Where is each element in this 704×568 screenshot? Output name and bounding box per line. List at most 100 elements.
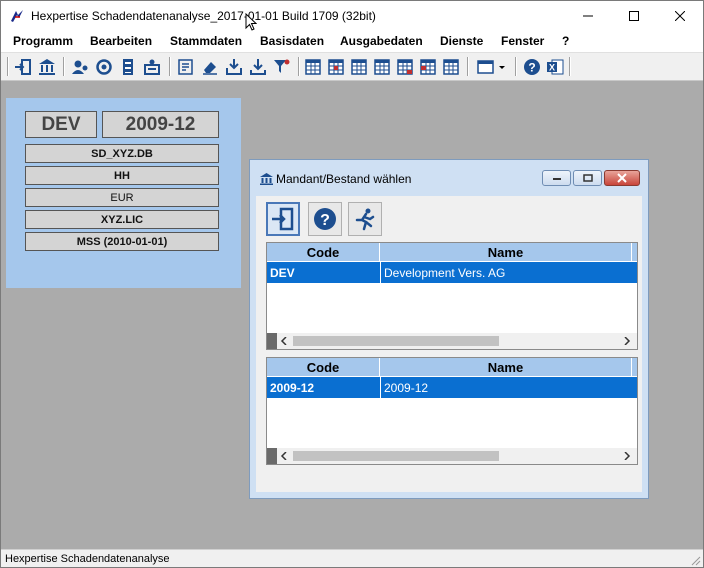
region-label: HH	[25, 166, 219, 185]
maximize-icon	[629, 11, 639, 21]
cell-code: 2009-12	[270, 380, 315, 395]
bank-icon	[39, 59, 55, 75]
dialog-close-button[interactable]	[604, 170, 640, 186]
mss-label: MSS (2010-01-01)	[25, 232, 219, 251]
table-icon	[443, 59, 459, 75]
table-row[interactable]: DEV Development Vers. AG	[267, 262, 637, 283]
window-title: Hexpertise Schadendatenanalyse_2017-01-0…	[31, 9, 376, 23]
inbox-person-icon	[144, 59, 160, 75]
scroll-right-icon[interactable]	[623, 337, 631, 345]
toolbar-bank-button[interactable]	[36, 56, 58, 78]
toolbar-separator	[467, 57, 469, 76]
toolbar-cabinet-button[interactable]	[117, 56, 139, 78]
close-button[interactable]	[657, 1, 703, 31]
help-icon: ?	[524, 59, 540, 75]
toolbar-refresh-button[interactable]	[93, 56, 115, 78]
database-label: SD_XYZ.DB	[25, 144, 219, 163]
app-logo-icon	[11, 10, 23, 22]
help-icon: ?	[314, 208, 336, 230]
scroll-left-icon[interactable]	[280, 337, 288, 345]
refresh-circle-icon	[96, 59, 112, 75]
toolbar-edit-button[interactable]	[175, 56, 197, 78]
toolbar-inbox-button[interactable]	[141, 56, 163, 78]
minimize-button[interactable]	[565, 1, 611, 31]
bestand-grid: Code Name 2009-12 2009-12	[266, 357, 638, 465]
grid-header: Code Name	[267, 243, 637, 261]
close-icon	[675, 11, 685, 21]
toolbar-help-button[interactable]: ?	[521, 56, 543, 78]
menu-help[interactable]: ?	[562, 34, 569, 48]
scroll-left-icon[interactable]	[280, 452, 288, 460]
toolbar-import-button[interactable]	[223, 56, 245, 78]
users-icon	[72, 60, 88, 74]
column-header-name[interactable]: Name	[380, 358, 632, 376]
maximize-button[interactable]	[611, 1, 657, 31]
cell-name: 2009-12	[380, 377, 632, 398]
toolbar-separator	[298, 57, 300, 76]
toolbar-table4-button[interactable]	[371, 56, 393, 78]
toolbar-exit-button[interactable]	[12, 56, 34, 78]
excel-export-icon: X	[547, 59, 564, 75]
table-icon	[374, 59, 390, 75]
close-icon	[617, 173, 627, 183]
main-window: Hexpertise Schadendatenanalyse_2017-01-0…	[0, 0, 704, 568]
column-header-name[interactable]: Name	[380, 243, 632, 261]
dialog-body: ? Code Name DEV Development Vers. AG Cod…	[256, 196, 642, 492]
menu-basisdaten[interactable]: Basisdaten	[260, 34, 324, 48]
dialog-minimize-button[interactable]	[542, 170, 571, 186]
session-info-panel: DEV 2009-12 SD_XYZ.DB HH EUR XYZ.LIC MSS…	[6, 98, 241, 288]
svg-text:X: X	[549, 63, 555, 73]
grid-header: Code Name	[267, 358, 637, 376]
toolbar-separator	[63, 57, 65, 76]
svg-text:?: ?	[320, 212, 330, 229]
mdi-workspace: DEV 2009-12 SD_XYZ.DB HH EUR XYZ.LIC MSS…	[1, 81, 703, 549]
toolbar-table5-button[interactable]	[394, 56, 416, 78]
status-text: Hexpertise Schadendatenanalyse	[5, 553, 170, 565]
column-header-code[interactable]: Code	[267, 358, 380, 376]
minimize-icon	[583, 15, 593, 17]
menu-stammdaten[interactable]: Stammdaten	[170, 34, 242, 48]
dialog-help-button[interactable]: ?	[308, 202, 342, 236]
menu-fenster[interactable]: Fenster	[501, 34, 544, 48]
license-label: XYZ.LIC	[25, 210, 219, 229]
horizontal-scrollbar[interactable]	[267, 333, 637, 349]
horizontal-scrollbar[interactable]	[267, 448, 637, 464]
edit-form-icon	[178, 59, 193, 75]
column-header-code[interactable]: Code	[267, 243, 380, 261]
table-icon	[305, 59, 321, 75]
currency-label: EUR	[25, 188, 219, 207]
toolbar-eraser-button[interactable]	[199, 56, 221, 78]
dialog-maximize-button[interactable]	[573, 170, 602, 186]
table-row[interactable]: 2009-12 2009-12	[267, 377, 637, 398]
scroll-right-icon[interactable]	[623, 452, 631, 460]
toolbar-table7-button[interactable]	[440, 56, 462, 78]
dialog-exit-button[interactable]	[348, 202, 382, 236]
table-icon	[420, 59, 436, 75]
dialog-enter-button[interactable]	[266, 202, 300, 236]
toolbar-window-dropdown[interactable]	[473, 56, 509, 78]
toolbar-table2-button[interactable]	[325, 56, 347, 78]
menu-ausgabedaten[interactable]: Ausgabedaten	[340, 34, 423, 48]
toolbar-table1-button[interactable]	[302, 56, 324, 78]
menu-bar: Programm Bearbeiten Stammdaten Basisdate…	[1, 31, 703, 51]
toolbar-users-button[interactable]	[69, 56, 91, 78]
toolbar-table6-button[interactable]	[417, 56, 439, 78]
toolbar-excel-button[interactable]: X	[544, 56, 566, 78]
menu-dienste[interactable]: Dienste	[440, 34, 483, 48]
window-dropdown-icon	[477, 60, 505, 74]
scrollbar-thumb[interactable]	[293, 451, 499, 461]
toolbar-table3-button[interactable]	[348, 56, 370, 78]
mandant-grid: Code Name DEV Development Vers. AG	[266, 242, 638, 350]
mandant-bestand-dialog: Mandant/Bestand wählen ? Code Name DEV D…	[249, 159, 649, 499]
minimize-icon	[552, 178, 561, 180]
menu-bearbeiten[interactable]: Bearbeiten	[90, 34, 152, 48]
menu-programm[interactable]: Programm	[13, 34, 73, 48]
resize-grip-icon[interactable]	[691, 556, 701, 566]
toolbar: ? X	[1, 52, 703, 81]
toolbar-filter-button[interactable]	[271, 56, 293, 78]
toolbar-download-button[interactable]	[247, 56, 269, 78]
import-icon	[226, 59, 242, 75]
svg-text:?: ?	[528, 61, 535, 75]
scrollbar-thumb[interactable]	[293, 336, 499, 346]
row-indicator	[267, 333, 277, 349]
